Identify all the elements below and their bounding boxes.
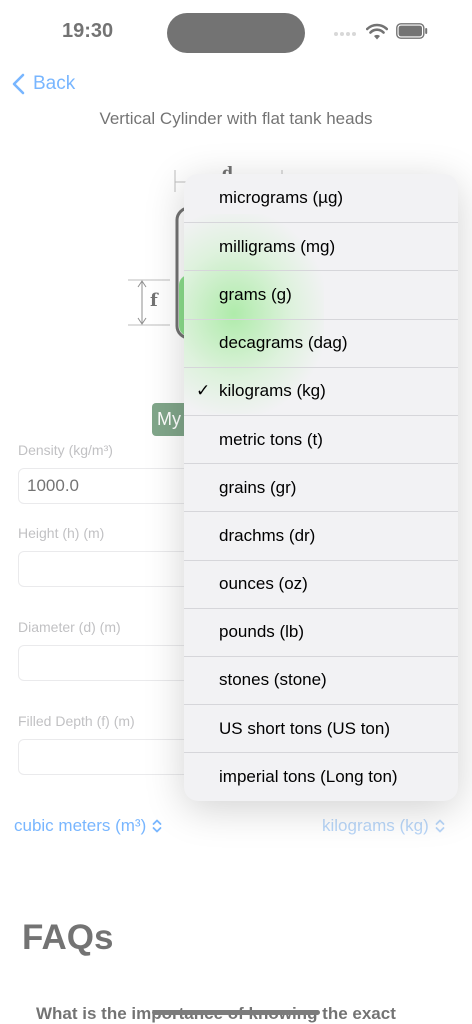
menu-item-unit[interactable]: pounds (lb) <box>184 607 458 656</box>
menu-item-label: US short tons (US ton) <box>219 718 391 738</box>
menu-item-unit[interactable]: micrograms (µg) <box>184 174 458 222</box>
menu-item-unit[interactable]: metric tons (t) <box>184 414 458 463</box>
menu-item-label: pounds (lb) <box>219 622 305 642</box>
menu-item-label: micrograms (µg) <box>219 188 344 208</box>
menu-item-unit[interactable]: imperial tons (Long ton) <box>184 752 458 800</box>
checkmark-icon: ✓ <box>196 380 211 400</box>
menu-item-unit[interactable]: grains (gr) <box>184 463 458 511</box>
menu-item-unit[interactable]: drachms (dr) <box>184 511 458 559</box>
menu-item-label: grams (g) <box>219 284 292 304</box>
menu-item-unit[interactable]: milligrams (mg) <box>184 222 458 270</box>
menu-item-unit[interactable]: stones (stone) <box>184 655 458 704</box>
menu-item-label: ounces (oz) <box>219 574 308 594</box>
menu-item-label: grains (gr) <box>219 477 297 497</box>
menu-item-label: imperial tons (Long ton) <box>219 766 398 786</box>
menu-item-unit[interactable]: ✓ kilograms (kg) <box>184 366 458 415</box>
menu-item-label: decagrams (dag) <box>219 333 348 353</box>
mass-unit-menu: micrograms (µg) milligrams (mg) grams (g) d… <box>184 174 458 801</box>
menu-item-unit[interactable]: ounces (oz) <box>184 559 458 608</box>
menu-item-unit[interactable]: decagrams (dag) <box>184 318 458 367</box>
menu-item-label: kilograms (kg) <box>219 381 326 401</box>
menu-item-label: stones (stone) <box>219 670 327 690</box>
menu-item-label: drachms (dr) <box>219 525 316 545</box>
menu-item-label: metric tons (t) <box>219 429 323 449</box>
menu-item-unit[interactable]: grams (g) <box>184 270 458 318</box>
menu-item-label: milligrams (mg) <box>219 236 336 256</box>
menu-item-unit[interactable]: US short tons (US ton) <box>184 704 458 752</box>
